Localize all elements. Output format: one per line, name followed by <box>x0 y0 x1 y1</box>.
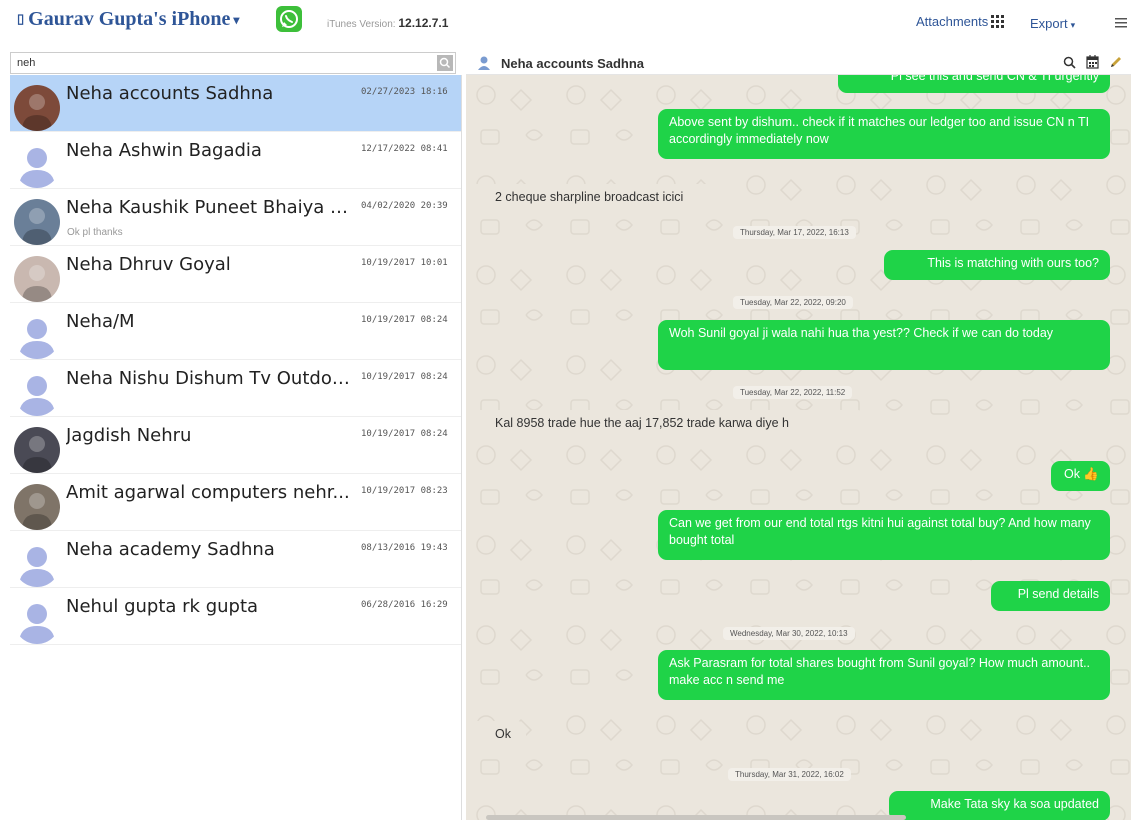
contact-date: 10/19/2017 10:01 <box>361 258 448 268</box>
contact-name: Neha Ashwin Bagadia <box>66 140 262 161</box>
contact-date: 04/02/2020 20:39 <box>361 201 448 211</box>
default-avatar-icon <box>19 319 55 359</box>
contact-name: Neha/M <box>66 311 135 332</box>
contact-name: Amit agarwal computers nehr... <box>66 482 350 503</box>
outgoing-message[interactable]: Pl see this and send CN & TI urgently <box>838 75 1110 93</box>
outgoing-message[interactable]: Ask Parasram for total shares bought fro… <box>658 650 1110 700</box>
contact-amit-agarwal[interactable]: Amit agarwal computers nehr... 10/19/2017… <box>10 474 461 531</box>
itunes-version: iTunes Version: 12.12.7.1 <box>327 16 448 30</box>
outgoing-message[interactable]: Can we get from our end total rtgs kitni… <box>658 510 1110 560</box>
chat-title: Neha accounts Sadhna <box>501 56 645 71</box>
search-icon[interactable] <box>1063 56 1076 69</box>
outgoing-message[interactable]: Make Tata sky ka soa updated <box>889 791 1110 820</box>
contact-nehul-gupta[interactable]: Nehul gupta rk gupta 06/28/2016 16:29 <box>10 588 461 645</box>
default-avatar-icon <box>19 547 55 587</box>
contact-neha-nishu[interactable]: Neha Nishu Dishum Tv Outdoo... 10/19/2017… <box>10 360 461 417</box>
outgoing-message[interactable]: Ok 👍 <box>1051 461 1110 491</box>
contact-name: Neha Kaushik Puneet Bhaiya S... <box>66 197 356 218</box>
pencil-icon[interactable] <box>1109 55 1123 69</box>
avatar <box>14 142 60 188</box>
incoming-message[interactable]: Kal 8958 trade hue the aaj 17,852 trade … <box>466 410 866 437</box>
avatar <box>14 541 60 587</box>
avatar <box>14 598 60 644</box>
chevron-down-icon: ▾ <box>1070 20 1076 30</box>
contact-neha-accounts-sadhna[interactable]: Neha accounts Sadhna 02/27/2023 18:16 <box>10 75 461 132</box>
contact-name: Nehul gupta rk gupta <box>66 596 259 617</box>
contact-date: 06/28/2016 16:29 <box>361 600 448 610</box>
attachments-label: Attachments <box>916 14 989 29</box>
date-separator: Wednesday, Mar 30, 2022, 10:13 <box>723 627 855 640</box>
avatar <box>14 370 60 416</box>
contact-name: Neha academy Sadhna <box>66 539 275 560</box>
device-name: Gaurav Gupta's iPhone <box>24 8 231 30</box>
contact-list: Neha accounts Sadhna 02/27/2023 18:16 Neha… <box>10 75 462 820</box>
device-selector[interactable]: ▯ Gaurav Gupta's iPhone ▾ <box>17 8 239 31</box>
date-separator: Thursday, Mar 17, 2022, 16:13 <box>733 226 856 239</box>
outgoing-message[interactable]: This is matching with ours too? <box>884 250 1110 280</box>
contact-photo-icon <box>22 94 52 131</box>
outgoing-message[interactable]: Pl send details <box>991 581 1110 611</box>
user-icon <box>478 56 490 70</box>
date-separator: Thursday, Mar 31, 2022, 16:02 <box>728 768 851 781</box>
contact-neha-dhruv-goyal[interactable]: Neha Dhruv Goyal 10/19/2017 10:01 <box>10 246 461 303</box>
app-window: ▯ Gaurav Gupta's iPhone ▾ iTunes Version:… <box>0 0 1131 820</box>
contact-photo-icon <box>22 436 52 473</box>
contact-date: 10/19/2017 08:24 <box>361 429 448 439</box>
horizontal-scrollbar[interactable] <box>486 815 906 820</box>
chat-header: Neha accounts Sadhna <box>466 52 1131 75</box>
contact-jagdish-nehru[interactable]: Jagdish Nehru 10/19/2017 08:24 <box>10 417 461 474</box>
contact-search <box>10 52 456 74</box>
contact-date: 10/19/2017 08:23 <box>361 486 448 496</box>
contact-date: 10/19/2017 08:24 <box>361 372 448 382</box>
contact-neha-kaushik[interactable]: Neha Kaushik Puneet Bhaiya S... 04/02/202… <box>10 189 461 246</box>
avatar <box>14 85 60 131</box>
contact-photo-icon <box>22 265 52 302</box>
contact-photo-icon <box>22 493 52 530</box>
whatsapp-icon[interactable] <box>276 6 302 32</box>
outgoing-message[interactable]: Above sent by dishum.. check if it match… <box>658 109 1110 159</box>
calendar-icon[interactable] <box>1086 55 1099 69</box>
top-bar: ▯ Gaurav Gupta's iPhone ▾ iTunes Version:… <box>0 0 1131 50</box>
contact-name: Jagdish Nehru <box>66 425 192 446</box>
grid-icon <box>991 15 1005 28</box>
avatar <box>14 256 60 302</box>
incoming-message[interactable]: Ok <box>466 721 526 748</box>
contact-photo-icon <box>22 208 52 245</box>
contact-name: Neha Nishu Dishum Tv Outdoo... <box>66 368 356 389</box>
contact-date: 02/27/2023 18:16 <box>361 87 448 97</box>
avatar <box>14 427 60 473</box>
avatar <box>14 313 60 359</box>
search-button[interactable] <box>437 55 453 71</box>
contact-date: 12/17/2022 08:41 <box>361 144 448 154</box>
search-input[interactable] <box>11 53 431 73</box>
contact-neha-m[interactable]: Neha/M 10/19/2017 08:24 <box>10 303 461 360</box>
contact-neha-ashwin-bagadia[interactable]: Neha Ashwin Bagadia 12/17/2022 08:41 <box>10 132 461 189</box>
contact-neha-academy-sadhna[interactable]: Neha academy Sadhna 08/13/2016 19:43 <box>10 531 461 588</box>
avatar <box>14 484 60 530</box>
itunes-version-value: 12.12.7.1 <box>398 16 449 30</box>
date-separator: Tuesday, Mar 22, 2022, 11:52 <box>733 386 853 399</box>
chevron-down-icon: ▾ <box>233 12 240 27</box>
incoming-message[interactable]: 2 cheque sharpline broadcast icici <box>466 184 746 211</box>
contact-name: Neha accounts Sadhna <box>66 83 274 104</box>
contact-preview: Ok pl thanks <box>67 227 123 238</box>
default-avatar-icon <box>19 376 55 416</box>
export-label: Export <box>1030 16 1068 31</box>
export-button[interactable]: Export ▾ <box>1030 16 1075 31</box>
default-avatar-icon <box>19 604 55 644</box>
contact-date: 08/13/2016 19:43 <box>361 543 448 553</box>
chat-pane[interactable]: Pl see this and send CN & TI urgently Abo… <box>466 75 1131 820</box>
default-avatar-icon <box>19 148 55 188</box>
search-icon <box>439 57 451 69</box>
avatar <box>14 199 60 245</box>
attachments-button[interactable]: Attachments <box>916 14 1005 29</box>
date-separator: Tuesday, Mar 22, 2022, 09:20 <box>733 296 853 309</box>
contact-date: 10/19/2017 08:24 <box>361 315 448 325</box>
outgoing-message[interactable]: Woh Sunil goyal ji wala nahi hua tha yes… <box>658 320 1110 370</box>
menu-icon[interactable] <box>1115 18 1127 28</box>
itunes-version-label: iTunes Version: <box>327 19 396 30</box>
contact-name: Neha Dhruv Goyal <box>66 254 231 275</box>
